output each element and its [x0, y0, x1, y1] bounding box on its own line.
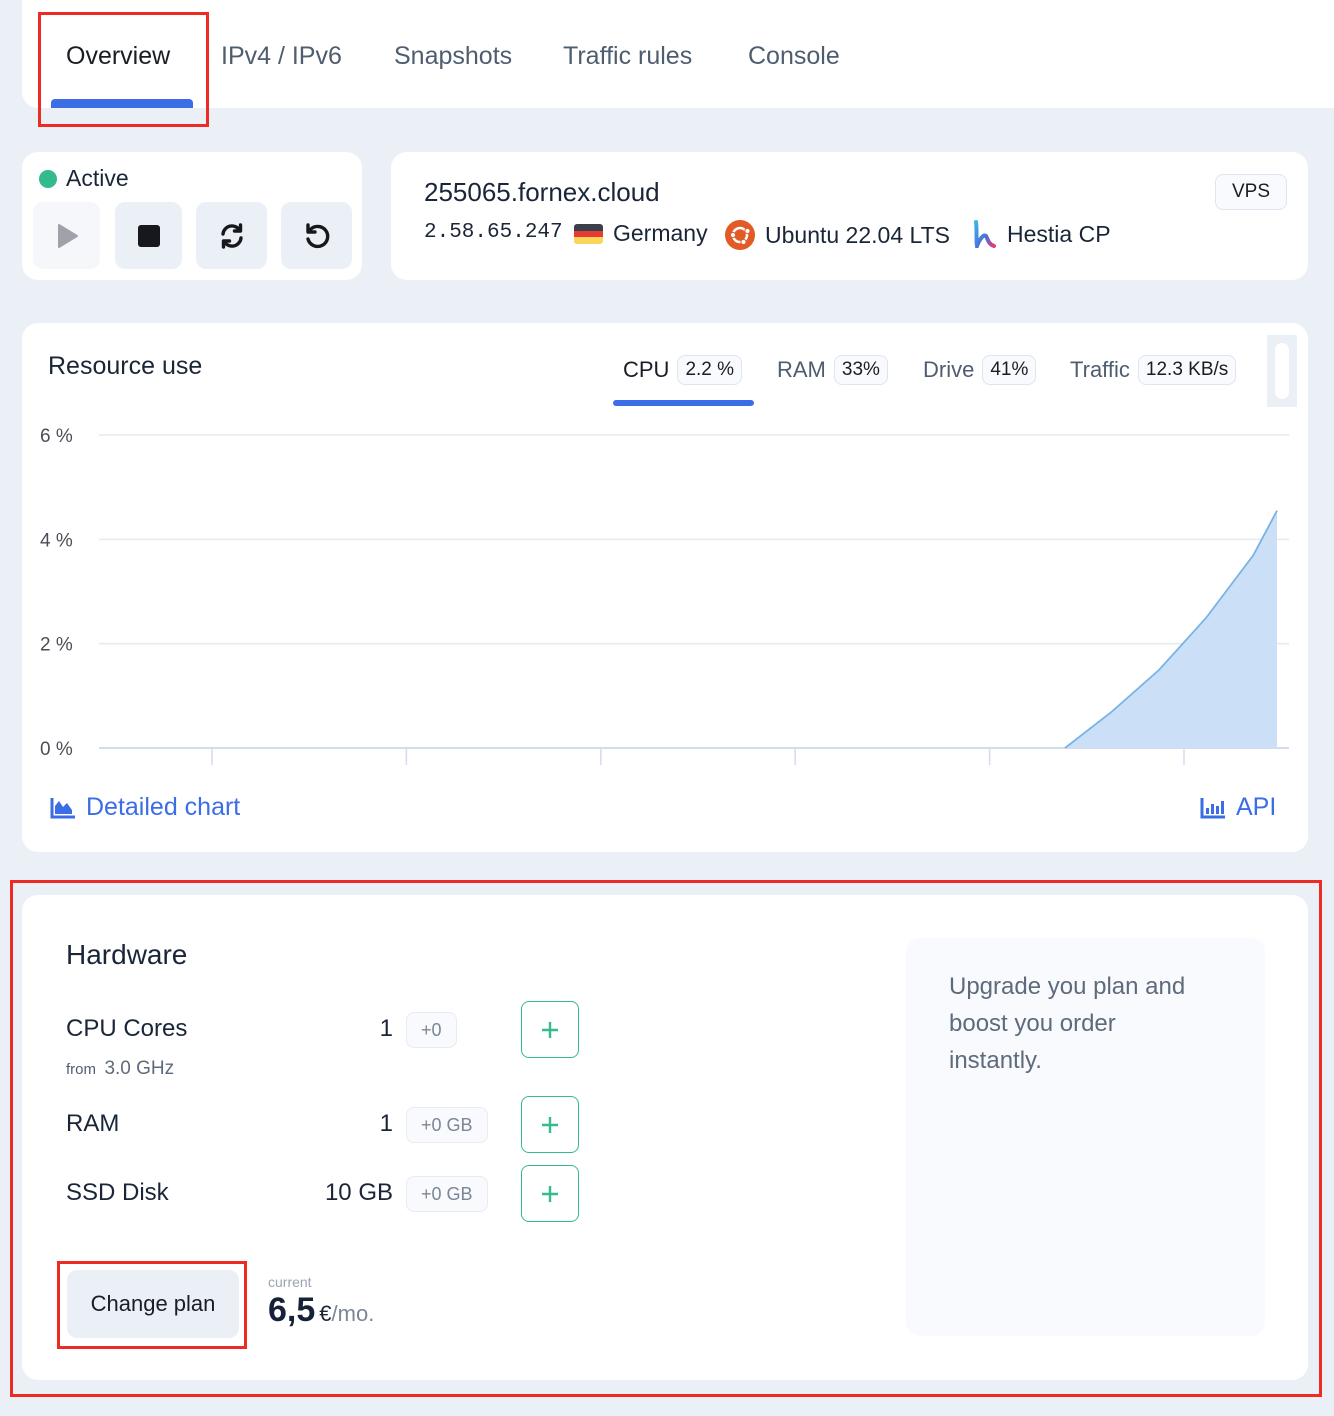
play-icon	[57, 223, 78, 248]
resource-tab-drive[interactable]: Drive 41%	[923, 355, 1037, 385]
stop-icon	[137, 224, 160, 247]
bar-chart-icon	[1200, 797, 1225, 818]
reinstall-button[interactable]	[281, 202, 352, 269]
resource-tab-label: Drive	[923, 357, 975, 382]
server-info-card: 255065.fornex.cloud 2.58.65.247 Germany …	[391, 152, 1308, 280]
cpu-cores-delta: +0	[406, 1012, 457, 1048]
resource-tab-ram[interactable]: RAM 33%	[777, 355, 888, 385]
current-price: 6,5 €/mo.	[268, 1291, 374, 1330]
resource-tab-cpu[interactable]: CPU 2.2 %	[623, 355, 743, 385]
tab-overview[interactable]: Overview	[66, 42, 170, 71]
y-tick-label: 4 %	[40, 530, 73, 551]
resource-tabs-scrollbar[interactable]	[1267, 335, 1297, 407]
tab-bar: Overview IPv4 / IPv6 Snapshots Traffic r…	[22, 0, 1334, 108]
restart-button[interactable]	[196, 202, 267, 269]
price-amount: 6,5	[268, 1291, 316, 1329]
ram-label: RAM	[66, 1110, 120, 1137]
stop-button[interactable]	[115, 202, 182, 269]
detailed-chart-link[interactable]: Detailed chart	[50, 793, 240, 822]
hestia-cp-icon	[974, 220, 996, 248]
hardware-title: Hardware	[66, 939, 188, 970]
upgrade-promo: Upgrade you plan and boost you order ins…	[906, 938, 1265, 1336]
change-plan-button[interactable]: Change plan	[67, 1270, 239, 1338]
start-button[interactable]	[33, 202, 100, 269]
undo-icon	[305, 222, 329, 248]
add-cpu-button[interactable]	[521, 1001, 579, 1058]
server-os-name: Ubuntu 22.04 LTS	[765, 221, 950, 248]
tab-traffic-rules[interactable]: Traffic rules	[563, 42, 692, 71]
detailed-chart-label: Detailed chart	[86, 793, 241, 821]
y-tick-label: 0 %	[40, 739, 73, 760]
server-hostname: 255065.fornex.cloud	[424, 177, 660, 207]
resource-tab-value: 33%	[833, 355, 888, 385]
api-label: API	[1236, 793, 1277, 821]
resource-tab-value: 2.2 %	[677, 355, 743, 385]
upgrade-promo-text: Upgrade you plan and boost you order ins…	[949, 973, 1186, 1074]
resource-tab-label: RAM	[777, 357, 826, 382]
price-caption: current	[268, 1274, 312, 1290]
area-chart-icon	[50, 797, 75, 818]
plus-icon	[542, 1116, 558, 1133]
server-location: Germany	[574, 220, 708, 247]
cpu-usage-chart: 0 % 2 % 4 % 6 %	[40, 426, 1289, 765]
server-ip: 2.58.65.247	[424, 221, 563, 244]
resource-use-title: Resource use	[48, 352, 203, 380]
server-type-badge: VPS	[1214, 174, 1287, 210]
resource-tab-label: CPU	[623, 357, 670, 382]
status-label: Active	[66, 165, 129, 191]
server-os: Ubuntu 22.04 LTS	[725, 220, 950, 250]
status-indicator-icon	[39, 170, 57, 188]
price-currency: €	[319, 1301, 332, 1326]
y-tick-label: 2 %	[40, 635, 73, 656]
cpu-frequency-value: 3.0 GHz	[104, 1058, 175, 1079]
resource-use-card: Resource use CPU 2.2 % RAM 33% Drive 41%…	[22, 323, 1308, 852]
series-area	[1064, 510, 1277, 748]
status-card: Active	[22, 152, 362, 280]
server-panel: Hestia CP	[971, 220, 1111, 248]
add-ram-button[interactable]	[521, 1096, 579, 1153]
api-link[interactable]: API	[1200, 793, 1276, 822]
x-axis-ticks	[99, 747, 1289, 765]
cpu-frequency: from 3.0 GHz	[66, 1058, 174, 1080]
active-tab-indicator	[51, 99, 193, 108]
resource-tab-value: 12.3 KB/s	[1137, 355, 1237, 385]
server-country: Germany	[613, 220, 708, 246]
ssd-disk-delta: +0 GB	[406, 1176, 488, 1212]
ssd-disk-value: 10 GB	[324, 1179, 393, 1206]
resource-tab-traffic[interactable]: Traffic 12.3 KB/s	[1070, 355, 1237, 385]
ram-value: 1	[379, 1110, 393, 1137]
y-axis-ticks: 0 % 2 % 4 % 6 %	[40, 426, 73, 760]
germany-flag-icon	[574, 223, 603, 244]
active-resource-tab-indicator	[613, 400, 754, 406]
plus-icon	[542, 1021, 558, 1038]
ubuntu-icon	[725, 220, 755, 250]
tab-console[interactable]: Console	[748, 42, 840, 71]
ram-delta: +0 GB	[406, 1107, 488, 1143]
resource-tab-value: 41%	[982, 355, 1037, 385]
cpu-cores-value: 1	[379, 1015, 393, 1042]
tab-snapshots[interactable]: Snapshots	[394, 42, 512, 71]
plus-icon	[542, 1185, 558, 1202]
cpu-frequency-prefix: from	[66, 1061, 96, 1078]
chart-grid	[99, 434, 1289, 645]
price-period: /mo.	[331, 1301, 375, 1326]
server-panel-name: Hestia CP	[1007, 220, 1111, 247]
chart-series	[1064, 510, 1278, 749]
hardware-card: Hardware CPU Cores from 3.0 GHz 1 +0 RAM…	[22, 895, 1308, 1380]
scrollbar-thumb[interactable]	[1275, 343, 1289, 399]
tab-ipv4-ipv6[interactable]: IPv4 / IPv6	[221, 42, 342, 71]
ssd-disk-label: SSD Disk	[66, 1179, 169, 1206]
cpu-cores-label: CPU Cores	[66, 1015, 188, 1042]
y-tick-label: 6 %	[40, 426, 73, 447]
sync-icon	[220, 222, 243, 249]
add-disk-button[interactable]	[521, 1165, 579, 1222]
resource-tab-label: Traffic	[1070, 357, 1130, 382]
